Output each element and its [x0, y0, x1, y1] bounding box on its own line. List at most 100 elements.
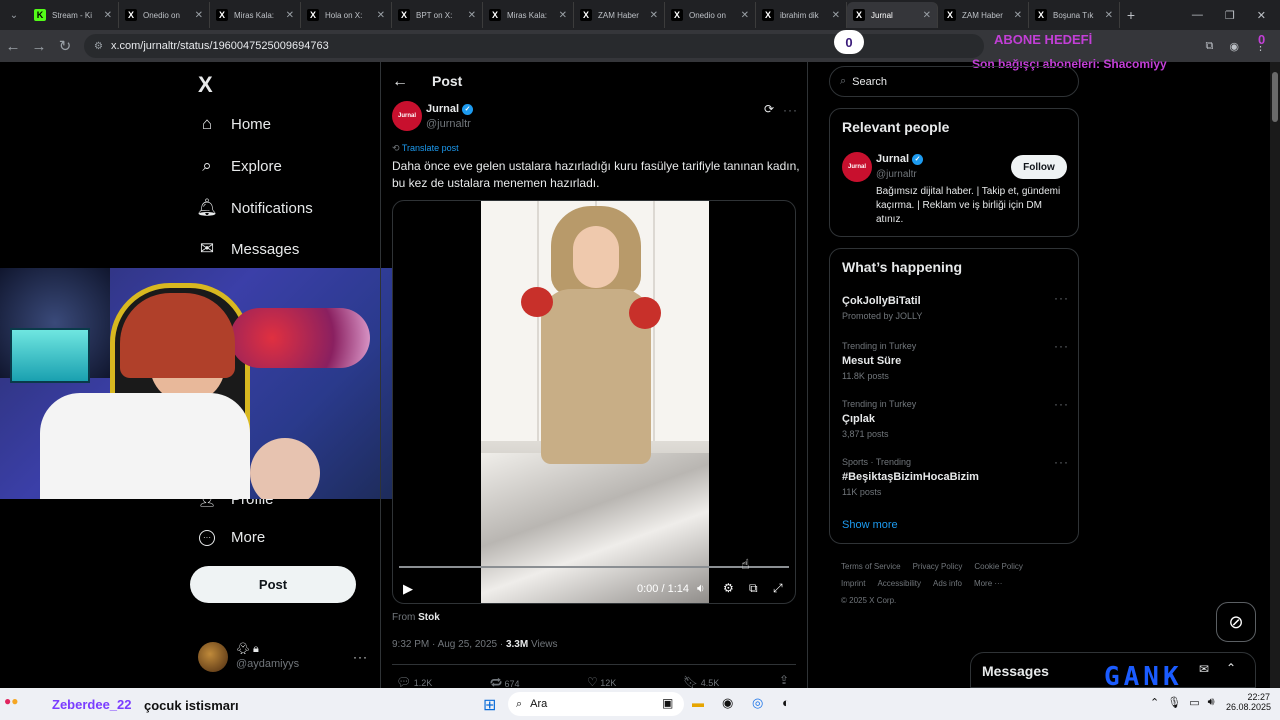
new-message-icon[interactable]: ✉ [1199, 662, 1209, 676]
expand-icon[interactable]: ⌃ [1226, 661, 1236, 675]
display-icon[interactable]: ▭ [1189, 696, 1199, 709]
site-info-icon[interactable]: ⚙ [94, 41, 103, 52]
clock[interactable]: 22:27 26.08.2025 [1226, 692, 1271, 712]
volume-icon[interactable]: 🔊︎ [1208, 696, 1215, 709]
plush-toys [230, 308, 370, 368]
maximize-icon[interactable]: ❐ [1225, 9, 1235, 22]
browser-tab[interactable]: K Stream - Ki ✕ [28, 2, 119, 28]
volume-icon[interactable]: 🔉︎ [697, 581, 705, 596]
footer-link[interactable]: Imprint [841, 579, 865, 588]
translate-link[interactable]: ⟲ Translate post [392, 143, 459, 154]
tab-close-icon[interactable]: ✕ [741, 10, 749, 21]
play-icon[interactable]: ▶ [403, 581, 413, 597]
trend-more-icon[interactable]: ··· [1054, 455, 1069, 469]
x-logo[interactable]: X [198, 72, 213, 98]
back-icon[interactable]: ← [0, 38, 26, 55]
nav-explore[interactable]: ⌕ Explore [196, 155, 282, 177]
follow-button[interactable]: Follow [1011, 155, 1067, 179]
picture-in-picture-icon[interactable]: ⧉ [749, 581, 758, 596]
messages-drawer-label: Messages [982, 663, 1049, 679]
browser-tab[interactable]: X Hola on X: ✕ [301, 2, 392, 28]
extensions-icon[interactable]: ⧉ [1206, 40, 1214, 53]
post-more-icon[interactable]: ··· [783, 103, 798, 117]
tab-close-icon[interactable]: ✕ [1105, 10, 1113, 21]
author-name[interactable]: Jurnal ✓ [426, 103, 474, 115]
browser-tab[interactable]: X ZAM Haber ✕ [574, 2, 665, 28]
tab-close-icon[interactable]: ✕ [650, 10, 658, 21]
browser-tab[interactable]: X Jurnal ✕ [847, 2, 938, 28]
close-window-icon[interactable]: ✕ [1257, 9, 1266, 22]
trend-more-icon[interactable]: ··· [1054, 291, 1069, 305]
footer-link[interactable]: Terms of Service [841, 562, 901, 571]
file-explorer-icon[interactable]: ▬ [692, 696, 704, 710]
grok-button[interactable]: ⊘ [1216, 602, 1256, 642]
post-timestamp[interactable]: 9:32 PM · Aug 25, 2025 · [392, 639, 506, 650]
reload-icon[interactable]: ↻ [52, 37, 78, 55]
nav-home[interactable]: ⌂ Home [196, 113, 271, 135]
grok-icon[interactable]: ⟳ [764, 102, 774, 116]
trend-name: Mesut Süre [842, 355, 902, 367]
browser-tab[interactable]: X ZAM Haber ✕ [938, 2, 1029, 28]
fullscreen-icon[interactable]: ⤢ [773, 581, 783, 596]
tab-close-icon[interactable]: ✕ [559, 10, 567, 21]
app-icon[interactable]: ◐ [782, 695, 790, 710]
browser-tab[interactable]: X Onedio on ✕ [665, 2, 756, 28]
post-button[interactable]: Post [190, 566, 356, 603]
trend-more-icon[interactable]: ··· [1054, 339, 1069, 353]
footer-link[interactable]: More ··· [974, 579, 1002, 588]
browser-tab[interactable]: Xibrahim dik ✕ [756, 2, 847, 28]
tab-close-icon[interactable]: ✕ [104, 10, 112, 21]
browser-tab[interactable]: X Boşuna Tık ✕ [1029, 2, 1120, 28]
account-more-icon[interactable]: ··· [353, 650, 368, 664]
tab-close-icon[interactable]: ✕ [832, 10, 840, 21]
reply-button[interactable]: 💬︎ 1.2K [396, 675, 432, 689]
settings-icon[interactable]: ⚙ [723, 581, 734, 595]
tab-close-icon[interactable]: ✕ [286, 10, 294, 21]
nav-messages[interactable]: ✉ Messages [196, 238, 300, 260]
tab-close-icon[interactable]: ✕ [195, 10, 203, 21]
author-avatar[interactable]: Jurnal [392, 101, 422, 131]
from-source[interactable]: Stok [418, 612, 440, 623]
tab-close-icon[interactable]: ✕ [468, 10, 476, 21]
video-player[interactable]: ▶ 0:00 / 1:14 🔉︎ ⚙ ⧉ ⤢ [392, 200, 796, 604]
search-box[interactable]: ⌕ Search [829, 66, 1079, 97]
share-icon[interactable]: ⇪ [779, 673, 789, 687]
task-view-icon[interactable]: ▣ [662, 696, 673, 710]
video-progress-track[interactable] [399, 566, 789, 568]
bookmark-button[interactable]: 🔖︎ 4.5K [683, 675, 719, 689]
tab-close-icon[interactable]: ✕ [1014, 10, 1022, 21]
scrollbar-thumb[interactable] [1272, 72, 1278, 122]
windows-start-icon[interactable]: ⊞ [483, 695, 496, 715]
trend-more-icon[interactable]: ··· [1054, 397, 1069, 411]
scrollbar[interactable] [1270, 62, 1280, 688]
chrome-icon[interactable]: ◎ [752, 695, 763, 711]
tab-close-icon[interactable]: ✕ [377, 10, 385, 21]
mic-icon[interactable]: 🎙︎ [1167, 696, 1181, 709]
obs-icon[interactable]: ◉ [722, 695, 733, 711]
footer-link[interactable]: Cookie Policy [974, 562, 1022, 571]
browser-tab[interactable]: X Onedio on ✕ [119, 2, 210, 28]
taskbar-search[interactable]: ⌕ Ara [508, 692, 684, 716]
forward-icon[interactable]: → [26, 38, 52, 55]
browser-tab[interactable]: X Miras Kala: ✕ [210, 2, 301, 28]
footer-link[interactable]: Accessibility [877, 579, 921, 588]
minimize-icon[interactable]: — [1192, 9, 1203, 22]
show-more-link[interactable]: Show more [842, 519, 898, 531]
new-tab-button[interactable]: + [1120, 7, 1142, 23]
like-button[interactable]: ♡ 12K [587, 675, 616, 689]
nav-notifications[interactable]: 🔔︎ Notifications [196, 197, 313, 219]
browser-tab[interactable]: X BPT on X: ✕ [392, 2, 483, 28]
tab-list-button[interactable]: ⌄ [0, 10, 28, 21]
account-avatar[interactable] [198, 642, 228, 672]
footer-link[interactable]: © 2025 X Corp. [841, 596, 896, 605]
footer-link[interactable]: Privacy Policy [913, 562, 963, 571]
tab-close-icon[interactable]: ✕ [923, 10, 931, 21]
nav-more[interactable]: ··· More [196, 529, 265, 546]
back-arrow-icon[interactable]: ← [392, 73, 408, 91]
person-avatar[interactable]: Jurnal [842, 152, 872, 182]
profile-icon[interactable]: ◉ [1229, 40, 1239, 53]
person-name[interactable]: Jurnal ✓ [876, 153, 924, 165]
browser-tab[interactable]: X Miras Kala: ✕ [483, 2, 574, 28]
footer-link[interactable]: Ads info [933, 579, 962, 588]
chevron-up-icon[interactable]: ⌃ [1150, 696, 1159, 709]
